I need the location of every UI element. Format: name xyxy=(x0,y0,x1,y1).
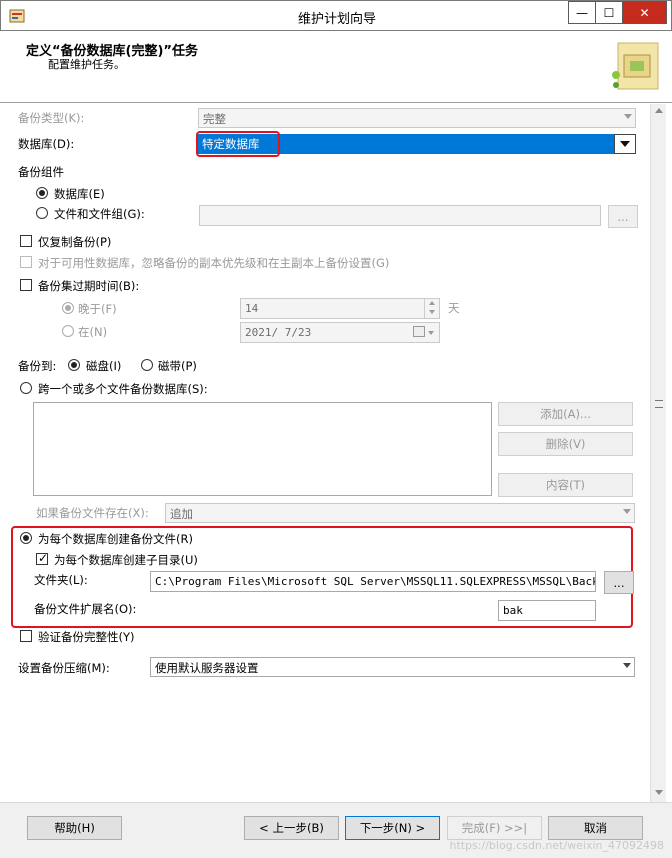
copy-only-checkbox[interactable] xyxy=(20,235,32,247)
backup-files-list[interactable] xyxy=(33,402,492,496)
compression-value: 使用默认服务器设置 xyxy=(155,661,259,675)
backup-to-label: 备份到: xyxy=(18,359,57,373)
files-browse-button[interactable]: ... xyxy=(608,205,638,228)
ag-priority-checkbox[interactable] xyxy=(20,256,32,268)
form-panel: 备份类型(K): 完整 数据库(D): 特定数据库 备份组件 数据库(E) 文件… xyxy=(8,104,648,802)
expire-after-radio[interactable] xyxy=(62,302,74,314)
wizard-footer: 帮助(H) < 上一步(B) 下一步(N) > 完成(F) >>| 取消 htt… xyxy=(0,802,672,858)
subdirectory-checkbox[interactable] xyxy=(36,551,48,565)
help-button[interactable]: 帮助(H) xyxy=(27,816,122,840)
finish-button[interactable]: 完成(F) >>| xyxy=(447,816,542,840)
database-component-radio[interactable] xyxy=(36,187,48,199)
chevron-down-icon xyxy=(428,331,434,335)
database-value: 特定数据库 xyxy=(202,136,260,152)
database-component-label: 数据库(E) xyxy=(54,187,105,201)
chevron-up-icon xyxy=(429,301,435,305)
expire-date-input[interactable]: 2021/ 7/23 xyxy=(240,322,440,343)
expire-after-label: 晚于(F) xyxy=(78,302,117,316)
database-label: 数据库(D): xyxy=(18,137,75,151)
chevron-down-icon xyxy=(429,310,435,314)
vertical-scrollbar[interactable] xyxy=(650,104,666,802)
contents-button[interactable]: 内容(T) xyxy=(498,473,633,497)
wizard-header: 定义“备份数据库(完整)”任务 配置维护任务。 xyxy=(0,31,672,103)
file-exists-label: 如果备份文件存在(X): xyxy=(36,506,149,520)
folder-browse-button[interactable]: ... xyxy=(604,571,634,594)
compression-select[interactable]: 使用默认服务器设置 xyxy=(150,657,635,677)
add-file-button[interactable]: 添加(A)... xyxy=(498,402,633,426)
subdirectory-label: 为每个数据库创建子目录(U) xyxy=(54,553,198,567)
chevron-down-icon xyxy=(623,509,631,514)
expire-date-value: 2021/ 7/23 xyxy=(245,326,312,339)
scroll-thumb-grip[interactable] xyxy=(655,400,663,408)
expire-on-radio[interactable] xyxy=(62,325,74,337)
expire-days-value: 14 xyxy=(245,302,259,315)
verify-checkbox[interactable] xyxy=(20,630,32,642)
wizard-header-icon xyxy=(612,42,659,90)
chevron-down-icon xyxy=(624,114,632,119)
tape-label: 磁带(P) xyxy=(158,359,197,373)
ag-priority-label: 对于可用性数据库，忽略备份的副本优先级和在主副本上备份设置(G) xyxy=(38,256,390,270)
title-bar: 维护计划向导 — ☐ ✕ xyxy=(0,0,672,31)
extension-label: 备份文件扩展名(O): xyxy=(34,602,137,616)
expire-days-input[interactable]: 14 xyxy=(240,298,440,319)
calendar-icon[interactable] xyxy=(413,326,425,337)
disk-radio[interactable] xyxy=(68,359,80,371)
watermark: https://blog.csdn.net/weixin_47092498 xyxy=(449,839,664,852)
days-spinner[interactable] xyxy=(424,299,439,318)
tape-radio[interactable] xyxy=(141,359,153,371)
chevron-down-icon[interactable] xyxy=(655,790,663,795)
files-component-label: 文件和文件组(G): xyxy=(54,207,145,221)
files-component-radio[interactable] xyxy=(36,207,48,219)
disk-label: 磁盘(I) xyxy=(86,359,122,373)
back-button[interactable]: < 上一步(B) xyxy=(244,816,339,840)
minimize-button[interactable]: — xyxy=(568,1,596,24)
extension-input[interactable]: bak xyxy=(498,600,596,621)
folder-label: 文件夹(L): xyxy=(34,573,88,587)
database-select[interactable]: 特定数据库 xyxy=(194,130,638,158)
folder-value: C:\Program Files\Microsoft SQL Server\MS… xyxy=(155,575,596,588)
backup-component-label: 备份组件 xyxy=(18,165,64,179)
copy-only-label: 仅复制备份(P) xyxy=(38,235,112,249)
backup-type-value: 完整 xyxy=(203,112,226,126)
close-button[interactable]: ✕ xyxy=(622,1,667,24)
compression-label: 设置备份压缩(M): xyxy=(18,661,110,675)
file-exists-select[interactable]: 追加 xyxy=(165,503,635,523)
across-files-radio[interactable] xyxy=(20,382,32,394)
files-input[interactable] xyxy=(199,205,601,226)
across-files-label: 跨一个或多个文件备份数据库(S): xyxy=(38,382,208,396)
chevron-up-icon[interactable] xyxy=(655,108,663,113)
expire-on-label: 在(N) xyxy=(78,325,108,339)
expire-checkbox[interactable] xyxy=(20,279,32,291)
extension-value: bak xyxy=(503,604,523,617)
backup-type-select[interactable]: 完整 xyxy=(198,108,636,128)
next-button[interactable]: 下一步(N) > xyxy=(345,816,440,840)
page-subtitle: 配置维护任务。 xyxy=(48,58,125,71)
chevron-down-icon xyxy=(620,141,630,147)
folder-input[interactable]: C:\Program Files\Microsoft SQL Server\MS… xyxy=(150,571,596,592)
days-unit-label: 天 xyxy=(448,301,460,315)
maximize-button[interactable]: ☐ xyxy=(595,1,623,24)
file-exists-value: 追加 xyxy=(170,507,193,521)
database-dropdown-button[interactable] xyxy=(614,134,636,154)
verify-label: 验证备份完整性(Y) xyxy=(38,630,135,644)
backup-type-label: 备份类型(K): xyxy=(18,111,85,125)
per-database-radio[interactable] xyxy=(20,532,32,544)
cancel-button[interactable]: 取消 xyxy=(548,816,643,840)
chevron-down-icon xyxy=(623,663,631,668)
per-database-label: 为每个数据库创建备份文件(R) xyxy=(38,532,193,546)
remove-file-button[interactable]: 删除(V) xyxy=(498,432,633,456)
expire-label: 备份集过期时间(B): xyxy=(38,279,140,293)
